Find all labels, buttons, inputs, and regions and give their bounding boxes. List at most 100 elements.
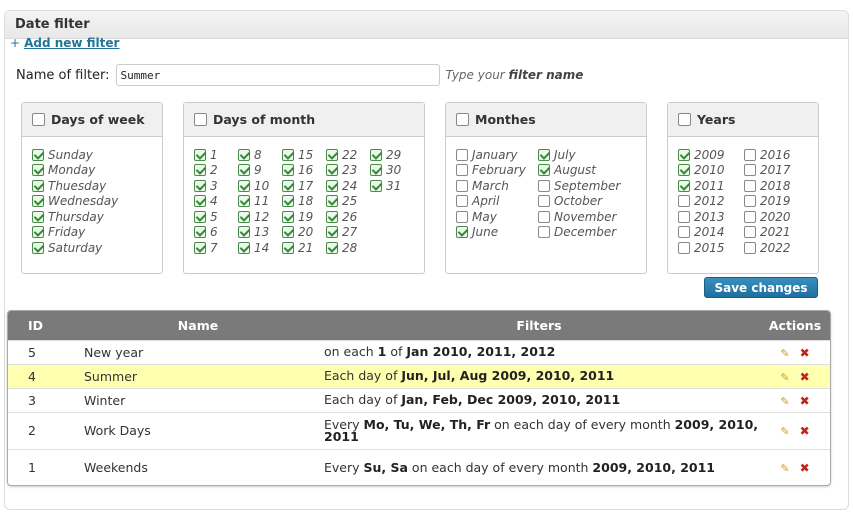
month-day-checkbox[interactable]	[326, 241, 338, 254]
month-day-option[interactable]: 11	[238, 194, 272, 210]
month-day-option[interactable]: 14	[238, 240, 272, 256]
weekday-checkbox[interactable]	[32, 210, 44, 223]
delete-icon[interactable]: ✖	[800, 370, 810, 384]
pencil-icon[interactable]: ✎	[780, 371, 789, 384]
delete-icon[interactable]: ✖	[800, 461, 810, 475]
month-day-option[interactable]: 30	[370, 163, 404, 179]
month-day-checkbox[interactable]	[370, 148, 382, 161]
weekday-option[interactable]: Wednesday	[32, 194, 118, 210]
month-day-option[interactable]: 25	[326, 194, 360, 210]
month-day-checkbox[interactable]	[194, 148, 206, 161]
year-checkbox[interactable]	[678, 210, 690, 223]
weekday-checkbox[interactable]	[32, 226, 44, 239]
month-checkbox[interactable]	[538, 195, 550, 208]
pencil-icon[interactable]: ✎	[780, 425, 789, 438]
pencil-icon[interactable]: ✎	[780, 462, 789, 475]
delete-icon[interactable]: ✖	[800, 394, 810, 408]
year-option[interactable]: 2011	[678, 178, 734, 194]
month-day-checkbox[interactable]	[282, 226, 294, 239]
month-day-option[interactable]: 15	[282, 147, 316, 163]
month-day-option[interactable]: 8	[238, 147, 272, 163]
month-day-option[interactable]: 17	[282, 178, 316, 194]
year-option[interactable]: 2018	[744, 178, 800, 194]
days-of-month-select-all-checkbox[interactable]	[194, 113, 207, 126]
pencil-icon[interactable]: ✎	[780, 395, 789, 408]
month-day-checkbox[interactable]	[282, 148, 294, 161]
year-checkbox[interactable]	[744, 148, 756, 161]
filter-name-input[interactable]	[115, 64, 440, 86]
weekday-checkbox[interactable]	[32, 179, 44, 192]
year-option[interactable]: 2019	[744, 194, 800, 210]
save-changes-button[interactable]: Save changes	[704, 277, 818, 298]
month-day-checkbox[interactable]	[282, 179, 294, 192]
month-day-checkbox[interactable]	[238, 210, 250, 223]
month-checkbox[interactable]	[538, 148, 550, 161]
year-option[interactable]: 2022	[744, 240, 800, 256]
year-checkbox[interactable]	[678, 148, 690, 161]
month-day-checkbox[interactable]	[194, 164, 206, 177]
month-day-option[interactable]: 31	[370, 178, 404, 194]
year-option[interactable]: 2016	[744, 147, 800, 163]
month-day-checkbox[interactable]	[326, 179, 338, 192]
year-option[interactable]: 2013	[678, 209, 734, 225]
month-day-checkbox[interactable]	[238, 241, 250, 254]
month-checkbox[interactable]	[456, 164, 468, 177]
month-day-option[interactable]: 28	[326, 240, 360, 256]
month-checkbox[interactable]	[538, 164, 550, 177]
month-checkbox[interactable]	[456, 148, 468, 161]
month-option[interactable]: April	[456, 194, 528, 210]
weekday-option[interactable]: Friday	[32, 225, 118, 241]
year-option[interactable]: 2014	[678, 225, 734, 241]
year-checkbox[interactable]	[744, 195, 756, 208]
month-day-option[interactable]: 7	[194, 240, 228, 256]
month-option[interactable]: May	[456, 209, 528, 225]
month-day-option[interactable]: 1	[194, 147, 228, 163]
pencil-icon[interactable]: ✎	[780, 347, 789, 360]
month-option[interactable]: December	[538, 225, 616, 241]
month-day-checkbox[interactable]	[194, 226, 206, 239]
year-checkbox[interactable]	[678, 195, 690, 208]
month-option[interactable]: March	[456, 178, 528, 194]
weekday-checkbox[interactable]	[32, 164, 44, 177]
year-option[interactable]: 2020	[744, 209, 800, 225]
month-day-option[interactable]: 19	[282, 209, 316, 225]
month-day-checkbox[interactable]	[370, 179, 382, 192]
monthes-select-all-checkbox[interactable]	[456, 113, 469, 126]
month-option[interactable]: July	[538, 147, 610, 163]
year-option[interactable]: 2010	[678, 163, 734, 179]
month-day-option[interactable]: 13	[238, 225, 272, 241]
month-option[interactable]: November	[538, 209, 616, 225]
month-day-option[interactable]: 6	[194, 225, 228, 241]
weekday-checkbox[interactable]	[32, 241, 44, 254]
month-day-checkbox[interactable]	[370, 164, 382, 177]
year-option[interactable]: 2021	[744, 225, 800, 241]
month-day-option[interactable]: 24	[326, 178, 360, 194]
weekday-checkbox[interactable]	[32, 195, 44, 208]
month-checkbox[interactable]	[456, 179, 468, 192]
year-checkbox[interactable]	[678, 226, 690, 239]
month-day-checkbox[interactable]	[194, 195, 206, 208]
years-select-all-checkbox[interactable]	[678, 113, 691, 126]
month-day-option[interactable]: 20	[282, 225, 316, 241]
month-day-checkbox[interactable]	[326, 226, 338, 239]
month-day-option[interactable]: 12	[238, 209, 272, 225]
month-day-checkbox[interactable]	[238, 179, 250, 192]
month-day-checkbox[interactable]	[326, 195, 338, 208]
month-day-checkbox[interactable]	[194, 241, 206, 254]
weekday-option[interactable]: Saturday	[32, 240, 118, 256]
month-day-checkbox[interactable]	[282, 164, 294, 177]
month-day-option[interactable]: 26	[326, 209, 360, 225]
add-new-filter-link[interactable]: Add new filter	[24, 36, 119, 50]
month-day-option[interactable]: 4	[194, 194, 228, 210]
month-day-checkbox[interactable]	[326, 210, 338, 223]
weekday-option[interactable]: Monday	[32, 163, 118, 179]
month-day-checkbox[interactable]	[238, 226, 250, 239]
month-option[interactable]: January	[456, 147, 528, 163]
year-checkbox[interactable]	[744, 164, 756, 177]
month-day-option[interactable]: 27	[326, 225, 360, 241]
month-day-option[interactable]: 29	[370, 147, 404, 163]
year-option[interactable]: 2017	[744, 163, 800, 179]
year-checkbox[interactable]	[678, 179, 690, 192]
month-option[interactable]: September	[538, 178, 620, 194]
month-day-checkbox[interactable]	[238, 148, 250, 161]
